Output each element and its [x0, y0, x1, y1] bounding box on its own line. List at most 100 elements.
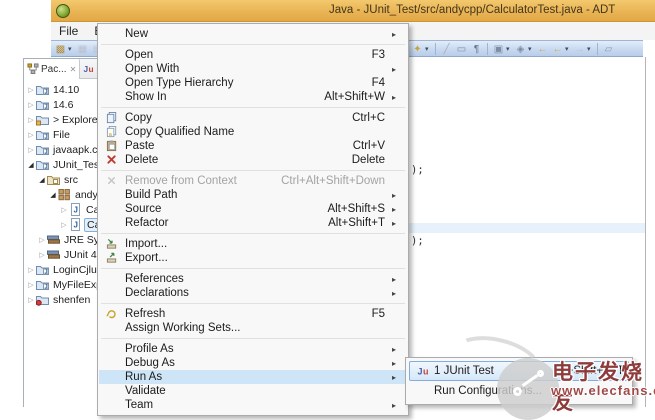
show-whitespace-icon[interactable]: ¶: [469, 42, 484, 57]
submenu-arrow-icon: ▸: [392, 373, 403, 382]
dropdown-arrow-icon[interactable]: ▾: [528, 45, 535, 53]
menu-item-label: Open With: [125, 63, 179, 75]
tab-package-explorer[interactable]: Pac...✕: [24, 59, 80, 79]
menu-item-delete[interactable]: DeleteDelete: [99, 153, 407, 167]
collapse-arrow-icon[interactable]: ◢: [48, 191, 58, 199]
collapse-arrow-icon[interactable]: ◢: [26, 161, 36, 169]
menu-item-open-with[interactable]: Open With▸: [99, 62, 407, 76]
coverage-icon[interactable]: ✦: [410, 42, 425, 57]
menu-item-shortcut: Ctrl+V: [353, 140, 392, 152]
tree-item-14-10[interactable]: ▷J14.10: [24, 82, 97, 97]
close-icon[interactable]: ✕: [69, 65, 77, 74]
submenu-item-label: Run Configurations...: [434, 385, 542, 397]
expand-arrow-icon[interactable]: ▷: [26, 266, 36, 274]
previous-annotation-icon[interactable]: ◈: [513, 42, 528, 57]
paste-icon: [106, 140, 118, 152]
menu-item-label: Refactor: [125, 217, 168, 229]
submenu-item-run-configurations[interactable]: Run Configurations...: [409, 381, 629, 401]
menu-item-profile-as[interactable]: Profile As▸: [99, 342, 407, 356]
tree-item-src[interactable]: ◢src: [24, 172, 97, 187]
back-icon[interactable]: ←: [550, 42, 565, 57]
tree-item-junit-test[interactable]: ◢JJUnit_Test: [24, 157, 97, 172]
tree-item-shenfen[interactable]: ▷shenfen: [24, 292, 97, 307]
show-selected-element-icon[interactable]: ▭: [454, 42, 469, 57]
tree-item-javaapk-com[interactable]: ▷Jjavaapk.com: [24, 142, 97, 157]
menu-item-import[interactable]: Import...: [99, 237, 407, 251]
expand-arrow-icon[interactable]: ▷: [59, 221, 69, 229]
tree-item-calculatortest-java[interactable]: ▷JCalculatorTest.java: [24, 217, 97, 232]
dropdown-arrow-icon[interactable]: ▾: [68, 45, 75, 53]
tree-item-file[interactable]: ▷JFile: [24, 127, 97, 142]
menu-item-open-type-hierarchy[interactable]: Open Type HierarchyF4: [99, 76, 407, 90]
menu-item-copy-qualified-name[interactable]: aCopy Qualified Name: [99, 125, 407, 139]
menu-item-export[interactable]: Export...: [99, 251, 407, 265]
menu-item-references[interactable]: References▸: [99, 272, 407, 286]
menu-item-new[interactable]: New▸: [99, 27, 407, 41]
menu-item-label: Validate: [125, 385, 166, 397]
dropdown-arrow-icon[interactable]: ▾: [587, 45, 594, 53]
menubar-item-file[interactable]: File: [51, 22, 86, 38]
copy-qualified-icon: a: [106, 126, 118, 138]
menu-item-run-as[interactable]: Run As▸: [99, 370, 407, 384]
editor-scrollbar-border: [645, 57, 646, 407]
submenu-arrow-icon: ▸: [392, 205, 403, 214]
tree-item-14-6[interactable]: ▷J14.6: [24, 97, 97, 112]
tree-item-andycpp[interactable]: ◢andycpp: [24, 187, 97, 202]
expand-arrow-icon[interactable]: ▷: [26, 131, 36, 139]
save-icon[interactable]: ▦: [75, 42, 90, 57]
expand-arrow-icon[interactable]: ▷: [59, 206, 69, 214]
expand-arrow-icon[interactable]: ▷: [26, 116, 36, 124]
menu-item-validate[interactable]: Validate: [99, 384, 407, 398]
menu-item-copy[interactable]: CopyCtrl+C: [99, 111, 407, 125]
menu-item-build-path[interactable]: Build Path▸: [99, 188, 407, 202]
menu-item-team[interactable]: Team▸: [99, 398, 407, 412]
collapse-arrow-icon[interactable]: ◢: [37, 176, 47, 184]
svg-text:J: J: [45, 150, 48, 156]
mark-occurrences-icon[interactable]: ╱: [439, 42, 454, 57]
menu-item-refactor[interactable]: RefactorAlt+Shift+T▸: [99, 216, 407, 230]
tree-item-logincjlu[interactable]: ▷JLoginCjlu: [24, 262, 97, 277]
svg-text:J: J: [74, 221, 78, 230]
window-titlebar[interactable]: Java - JUnit_Test/src/andycpp/Calculator…: [51, 0, 655, 22]
menu-separator: [101, 233, 405, 234]
java-class-icon: J: [69, 203, 82, 216]
menu-separator: [101, 107, 405, 108]
menu-item-assign-working-sets[interactable]: Assign Working Sets...: [99, 321, 407, 335]
perspective-icon[interactable]: ▱: [601, 42, 616, 57]
menu-item-paste[interactable]: PasteCtrl+V: [99, 139, 407, 153]
junit-icon: Ju: [417, 365, 430, 378]
submenu-item-1-junit-test[interactable]: Ju1 JUnit TestAlt+Shift+X, T: [409, 361, 629, 381]
java-project-icon: J: [36, 83, 49, 96]
dropdown-arrow-icon[interactable]: ▾: [425, 45, 432, 53]
dropdown-arrow-icon[interactable]: ▾: [506, 45, 513, 53]
menu-item-declarations[interactable]: Declarations▸: [99, 286, 407, 300]
expand-arrow-icon[interactable]: ▷: [37, 236, 47, 244]
tree-item-explorer[interactable]: ▷> Explorer_: [24, 112, 97, 127]
expand-arrow-icon[interactable]: ▷: [26, 296, 36, 304]
next-annotation-icon[interactable]: ▣: [491, 42, 506, 57]
menu-item-source[interactable]: SourceAlt+Shift+S▸: [99, 202, 407, 216]
menu-separator: [101, 44, 405, 45]
menu-item-label: Export...: [125, 252, 168, 264]
expand-arrow-icon[interactable]: ▷: [26, 281, 36, 289]
menu-item-label: Show In: [125, 91, 167, 103]
dropdown-arrow-icon[interactable]: ▾: [565, 45, 572, 53]
expand-arrow-icon[interactable]: ▷: [26, 146, 36, 154]
tree-item-junit-4[interactable]: ▷JUnit 4: [24, 247, 97, 262]
menu-item-open[interactable]: OpenF3: [99, 48, 407, 62]
new-wizard-icon[interactable]: ▩: [53, 42, 68, 57]
expand-arrow-icon[interactable]: ▷: [37, 251, 47, 259]
last-edit-location-icon[interactable]: ←: [535, 42, 550, 57]
tree-item-calculator-java[interactable]: ▷JCalculator.java: [24, 202, 97, 217]
expand-arrow-icon[interactable]: ▷: [26, 101, 36, 109]
menu-item-show-in[interactable]: Show InAlt+Shift+W▸: [99, 90, 407, 104]
forward-icon[interactable]: →: [572, 42, 587, 57]
tab-junit[interactable]: Ju: [80, 59, 98, 79]
svg-text:J: J: [74, 206, 78, 215]
tree-item-jre-system-library[interactable]: ▷JRE System Library: [24, 232, 97, 247]
java-project-icon: J: [36, 143, 49, 156]
menu-item-debug-as[interactable]: Debug As▸: [99, 356, 407, 370]
menu-item-refresh[interactable]: RefreshF5: [99, 307, 407, 321]
expand-arrow-icon[interactable]: ▷: [26, 86, 36, 94]
tree-item-myfileexplorer[interactable]: ▷JMyFileExplorer: [24, 277, 97, 292]
